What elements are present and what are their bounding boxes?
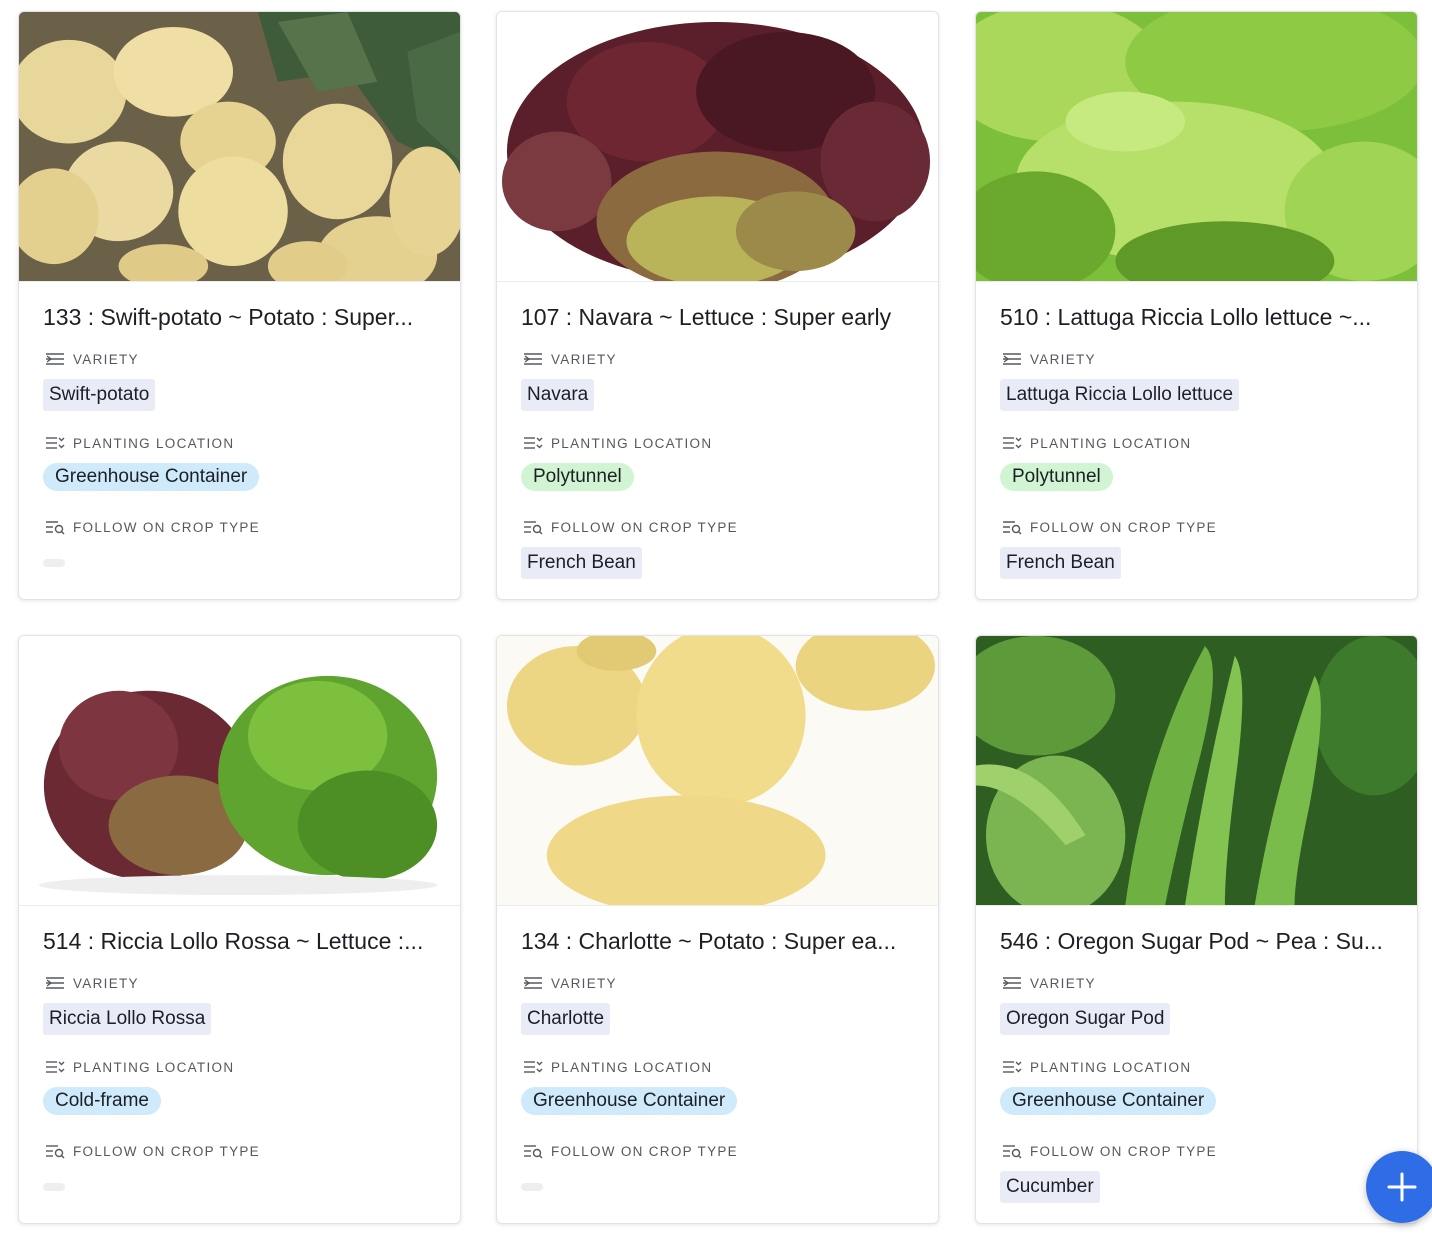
gallery-grid: 133 : Swift-potato ~ Potato : Super... V… (0, 0, 1432, 1249)
variety-chip: Lattuga Riccia Lollo lettuce (1000, 379, 1240, 411)
variety-field-label: VARIETY (523, 975, 617, 991)
location-pill: Greenhouse Container (43, 463, 260, 491)
plus-icon (1387, 1172, 1417, 1202)
field-lookup-icon (523, 1143, 543, 1159)
field-lookup-icon (45, 1143, 65, 1159)
record-card[interactable]: 107 : Navara ~ Lettuce : Super early VAR… (496, 11, 939, 600)
field-select-icon (45, 1059, 65, 1075)
field-select-icon (523, 1059, 543, 1075)
variety-chip: Navara (521, 379, 595, 411)
followon-chip: French Bean (521, 547, 642, 579)
variety-chip: Riccia Lollo Rossa (43, 1003, 212, 1035)
location-field-label: PLANTING LOCATION (1002, 1059, 1191, 1075)
lollo-rossa-photo (19, 636, 460, 906)
followon-field-label: FOLLOW ON CROP TYPE (1002, 519, 1217, 535)
field-variety-icon (45, 351, 65, 367)
card-title: 514 : Riccia Lollo Rossa ~ Lettuce :... (43, 928, 424, 954)
followon-field-label: FOLLOW ON CROP TYPE (523, 519, 738, 535)
record-card[interactable]: 133 : Swift-potato ~ Potato : Super... V… (18, 11, 461, 600)
card-title: 134 : Charlotte ~ Potato : Super ea... (521, 928, 897, 954)
followon-field-label: FOLLOW ON CROP TYPE (45, 1143, 260, 1159)
location-field-label: PLANTING LOCATION (45, 435, 234, 451)
field-variety-icon (45, 975, 65, 991)
location-field-label: PLANTING LOCATION (45, 1059, 234, 1075)
followon-chip: Cucumber (1000, 1171, 1100, 1203)
location-field-label: PLANTING LOCATION (523, 435, 712, 451)
card-title: 133 : Swift-potato ~ Potato : Super... (43, 304, 414, 330)
field-select-icon (45, 435, 65, 451)
empty-value-placeholder (43, 559, 65, 567)
location-field-label: PLANTING LOCATION (523, 1059, 712, 1075)
variety-chip: Oregon Sugar Pod (1000, 1003, 1171, 1035)
variety-field-label: VARIETY (523, 351, 617, 367)
location-field-label: PLANTING LOCATION (1002, 435, 1191, 451)
potato-photo (19, 12, 460, 282)
pea-pod-photo (976, 636, 1417, 906)
card-title: 510 : Lattuga Riccia Lollo lettuce ~... (1000, 304, 1372, 330)
field-variety-icon (523, 975, 543, 991)
empty-value-placeholder (521, 1183, 543, 1191)
followon-chip: French Bean (1000, 547, 1121, 579)
followon-field-label: FOLLOW ON CROP TYPE (1002, 1143, 1217, 1159)
location-pill: Polytunnel (1000, 463, 1113, 491)
empty-value-placeholder (43, 1183, 65, 1191)
location-pill: Polytunnel (521, 463, 634, 491)
field-select-icon (1002, 1059, 1022, 1075)
add-record-button[interactable] (1366, 1151, 1432, 1223)
variety-chip: Charlotte (521, 1003, 611, 1035)
record-card[interactable]: 546 : Oregon Sugar Pod ~ Pea : Su... VAR… (975, 635, 1418, 1224)
field-variety-icon (1002, 975, 1022, 991)
field-select-icon (1002, 435, 1022, 451)
green-lettuce-photo (976, 12, 1417, 282)
record-card[interactable]: 514 : Riccia Lollo Rossa ~ Lettuce :... … (18, 635, 461, 1224)
field-select-icon (523, 435, 543, 451)
field-lookup-icon (1002, 1143, 1022, 1159)
red-lettuce-photo (497, 12, 938, 282)
variety-field-label: VARIETY (45, 351, 139, 367)
location-pill: Greenhouse Container (1000, 1087, 1217, 1115)
field-lookup-icon (45, 519, 65, 535)
field-lookup-icon (1002, 519, 1022, 535)
field-lookup-icon (523, 519, 543, 535)
variety-field-label: VARIETY (1002, 975, 1096, 991)
followon-field-label: FOLLOW ON CROP TYPE (45, 519, 260, 535)
record-card[interactable]: 510 : Lattuga Riccia Lollo lettuce ~... … (975, 11, 1418, 600)
variety-field-label: VARIETY (45, 975, 139, 991)
location-pill: Greenhouse Container (521, 1087, 738, 1115)
location-pill: Cold-frame (43, 1087, 161, 1115)
record-card[interactable]: 134 : Charlotte ~ Potato : Super ea... V… (496, 635, 939, 1224)
variety-field-label: VARIETY (1002, 351, 1096, 367)
card-title: 546 : Oregon Sugar Pod ~ Pea : Su... (1000, 928, 1383, 954)
charlotte-potato-photo (497, 636, 938, 906)
field-variety-icon (523, 351, 543, 367)
followon-field-label: FOLLOW ON CROP TYPE (523, 1143, 738, 1159)
field-variety-icon (1002, 351, 1022, 367)
variety-chip: Swift-potato (43, 379, 156, 411)
card-title: 107 : Navara ~ Lettuce : Super early (521, 304, 892, 330)
